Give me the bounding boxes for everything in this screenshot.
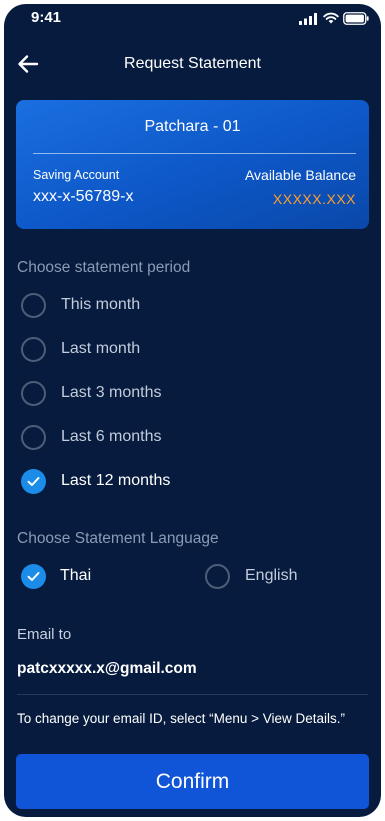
radio-unchecked-icon[interactable]	[205, 564, 230, 589]
card-divider	[33, 153, 356, 154]
option-label: Last month	[61, 340, 141, 357]
page-title: Request Statement	[124, 55, 261, 72]
divider	[17, 694, 368, 695]
period-section-label: Choose statement period	[17, 259, 191, 276]
balance-label: Available Balance	[244, 167, 356, 183]
checkmark-icon	[27, 572, 40, 581]
app-screen: 9:41 Request Statement Patchara - 01 Sav…	[4, 4, 381, 817]
balance-value: XXXXX.XXX	[272, 191, 356, 207]
option-label: Last 6 months	[61, 428, 162, 445]
checkmark-icon	[27, 477, 40, 486]
confirm-button[interactable]: Confirm	[16, 754, 369, 809]
battery-icon	[343, 12, 369, 25]
option-label: This month	[61, 296, 141, 313]
option-label: English	[245, 567, 298, 584]
status-bar: 9:41	[4, 4, 381, 34]
email-label: Email to	[17, 626, 72, 643]
radio-unchecked-icon[interactable]	[21, 425, 46, 450]
status-time: 9:41	[31, 9, 62, 26]
account-number: xxx-x-56789-x	[33, 188, 134, 205]
account-name: Patchara - 01	[144, 118, 241, 135]
radio-unchecked-icon[interactable]	[21, 337, 46, 362]
wifi-icon	[323, 12, 339, 24]
email-value: patcxxxxx.x@gmail.com	[17, 660, 197, 677]
language-section-label: Choose Statement Language	[17, 530, 219, 547]
radio-unchecked-icon[interactable]	[21, 293, 46, 318]
option-label: Last 3 months	[61, 384, 162, 401]
account-type: Saving Account	[33, 168, 120, 182]
language-option-thai[interactable]: Thai	[21, 564, 171, 592]
radio-unchecked-icon[interactable]	[21, 381, 46, 406]
email-hint: To change your email ID, select “Menu > …	[17, 711, 346, 726]
account-card: Patchara - 01 Saving Account xxx-x-56789…	[16, 100, 369, 229]
signal-icon	[299, 13, 317, 25]
radio-checked-icon[interactable]	[21, 564, 46, 589]
radio-checked-icon[interactable]	[21, 469, 46, 494]
header: Request Statement	[4, 44, 381, 84]
option-label: Last 12 months	[61, 472, 171, 489]
option-label: Thai	[60, 567, 92, 584]
language-option-english[interactable]: English	[205, 564, 355, 592]
